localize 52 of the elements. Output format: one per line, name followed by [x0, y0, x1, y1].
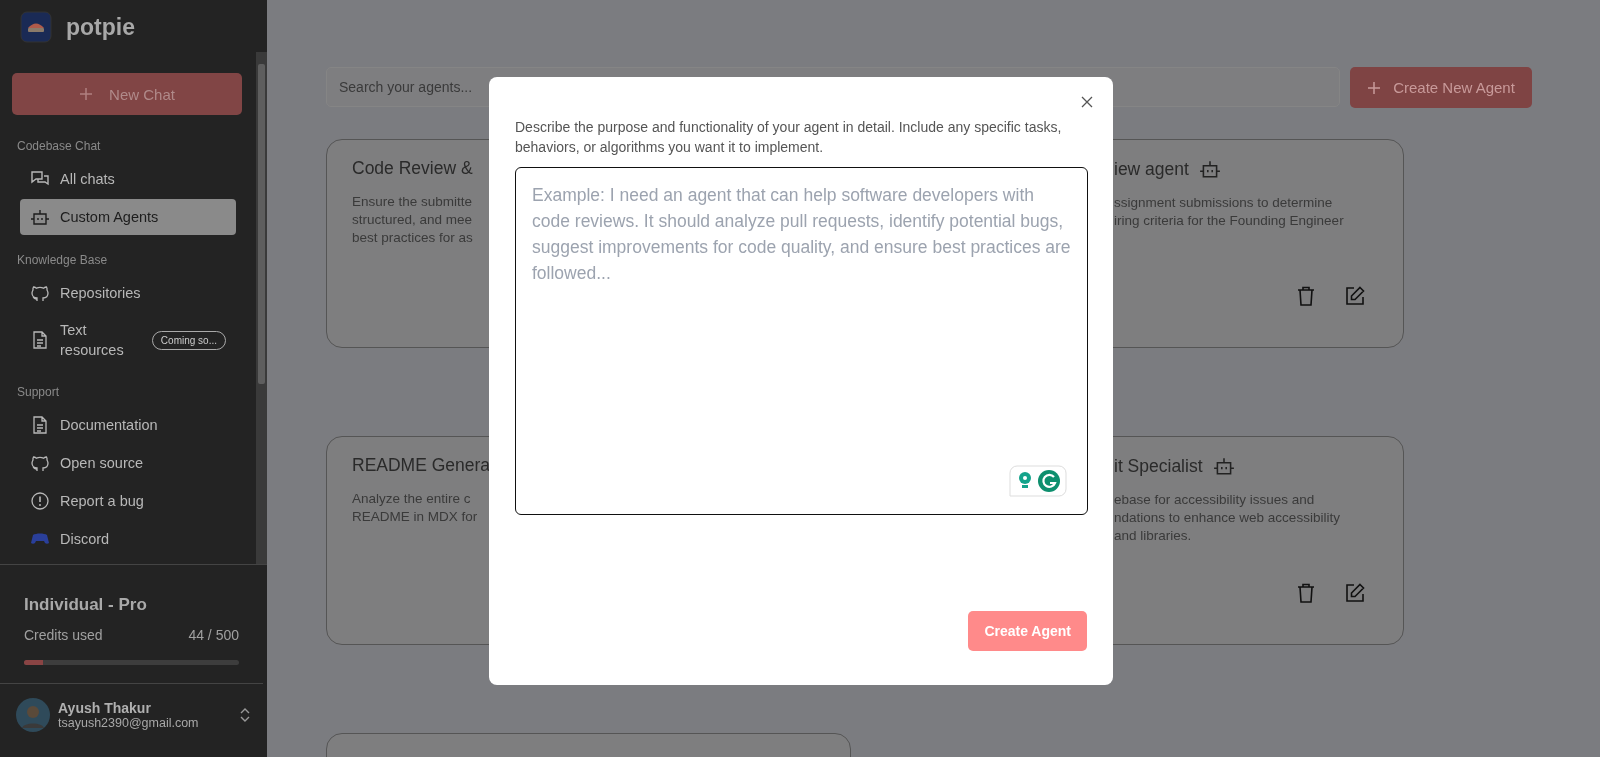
sidebar-item[interactable]: Custom Agents — [20, 199, 236, 235]
sidebar-item[interactable]: All chats — [20, 161, 236, 197]
sidebar-item[interactable]: Repositories — [20, 275, 236, 311]
agent-description: best practices for as — [352, 229, 473, 247]
user-email: tsayush2390@gmail.com — [58, 716, 200, 730]
sidebar-item[interactable]: Text resources Coming so... — [20, 313, 236, 367]
edit-icon[interactable] — [1345, 286, 1365, 306]
robot-icon — [1198, 158, 1221, 180]
robot-icon — [1212, 455, 1235, 477]
sidebar-item[interactable]: Documentation — [20, 407, 236, 443]
trash-icon[interactable] — [1297, 286, 1315, 306]
alert-icon — [30, 491, 50, 511]
writing-assistant-icon[interactable] — [1009, 465, 1067, 497]
plan-name: Individual - Pro — [24, 595, 148, 615]
agent-title: iew agent — [1114, 158, 1189, 180]
avatar — [16, 698, 50, 732]
agent-title: README Genera — [352, 455, 491, 476]
agent-description: README in MDX for — [352, 508, 478, 526]
agent-description: Analyze the entire c — [352, 490, 471, 508]
cat-icon — [30, 453, 50, 473]
edit-icon[interactable] — [1345, 583, 1365, 603]
scrollbar[interactable] — [256, 52, 267, 564]
robot-icon — [30, 207, 50, 227]
section-heading: Codebase Chat — [16, 139, 102, 155]
agent-description: Ensure the submitte — [352, 193, 473, 211]
agent-description: structured, and mee — [352, 211, 473, 229]
section-heading: Knowledge Base — [16, 253, 109, 269]
agent-description: ssignment submissions to determine — [1114, 194, 1333, 212]
document-icon — [30, 415, 50, 435]
agent-title: it Specialist — [1114, 455, 1203, 477]
credits-label: Credits used — [24, 627, 103, 643]
agent-description-field[interactable]: Example: I need an agent that can help software developers with code reviews. It should analyze pull requests, identify potential bugs, suggest improvements for code quality, and ensure best practices are followed... — [515, 167, 1088, 515]
plus-icon — [79, 87, 94, 101]
trash-icon[interactable] — [1297, 583, 1315, 603]
agent-title: Code Review & — [352, 158, 473, 179]
credits-value: 44 / 500 — [188, 627, 239, 643]
agent-description: iring criteria for the Founding Engineer — [1114, 212, 1344, 230]
agent-description: ebase for accessibility issues and — [1114, 491, 1315, 509]
agent-description: ndations to enhance web accessibility — [1114, 509, 1340, 527]
cat-icon — [30, 283, 50, 303]
sidebar-item[interactable]: Report a bug — [20, 483, 236, 519]
sidebar-item[interactable]: Discord — [20, 521, 236, 557]
agent-description: and libraries. — [1114, 527, 1192, 545]
user-name: Ayush Thakur — [58, 700, 152, 716]
section-heading: Support — [16, 385, 61, 401]
chevron-up-down-icon[interactable] — [239, 706, 251, 724]
sidebar-item[interactable]: Open source — [20, 445, 236, 481]
plus-icon — [1367, 80, 1382, 95]
app-name: potpie — [66, 13, 135, 41]
document-icon — [30, 330, 50, 350]
close-icon[interactable] — [1081, 96, 1093, 108]
pie-logo-icon — [20, 11, 52, 43]
